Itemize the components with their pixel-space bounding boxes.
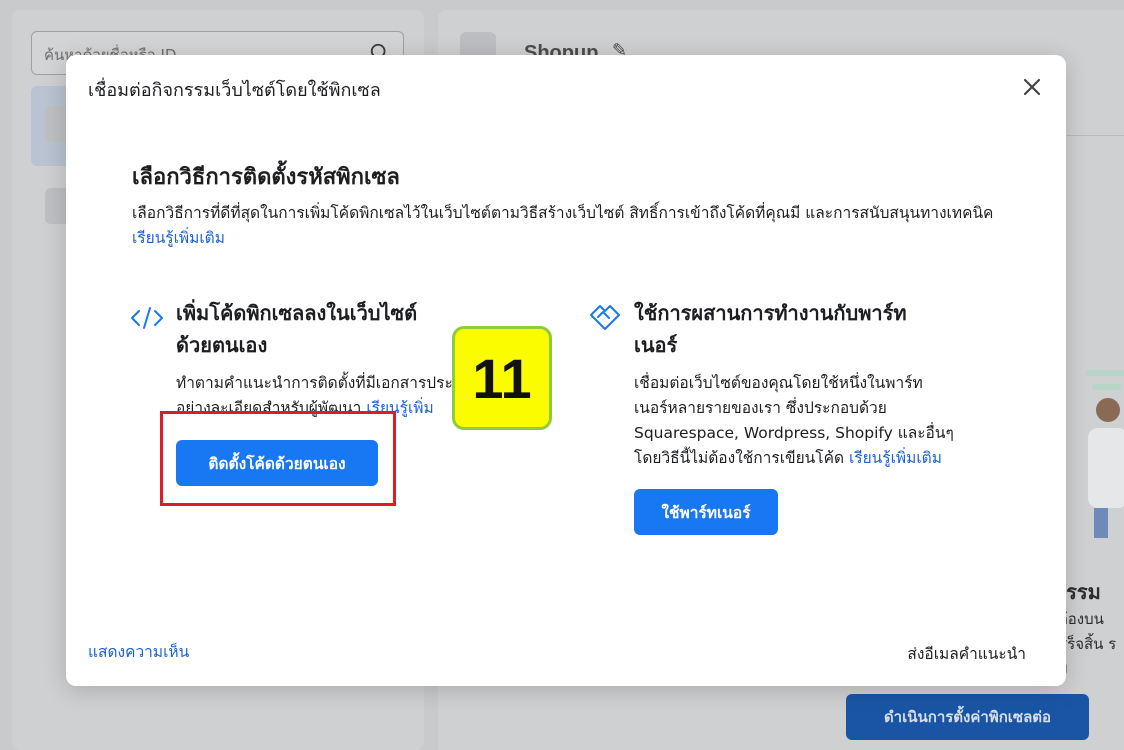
continue-pixel-setup-button[interactable]: ดำเนินการตั้งค่าพิกเซลต่อ [846,694,1089,740]
dialog-title: เชื่อมต่อกิจกรรมเว็บไซต์โดยใช้พิกเซล [88,80,381,101]
manual-option-title: เพิ่มโค้ดพิกเซลลงในเว็บไซต์ ด้วยตนเอง [176,297,417,361]
highlight-box [160,411,396,506]
step-number-badge: 11 [452,326,552,430]
code-icon [131,307,163,329]
manual-desc-line: ทำตามคำแนะนำการติดตั้งที่มีเอกสารประ [176,374,453,392]
partner-option-title: ใช้การผสานการทำงานกับพาร์ท เนอร์ [634,297,907,361]
manual-title-line: ด้วยตนเอง [176,333,268,357]
partner-desc-line: เนอร์หลายรายของเรา ซึ่งประกอบด้วย [634,399,887,417]
partner-desc-line: Squarespace, Wordpress, Shopify และอื่นๆ [634,424,954,442]
partner-title-line: เนอร์ [634,333,678,357]
feedback-link[interactable]: แสดงความเห็น [88,639,189,664]
pixel-setup-dialog: เชื่อมต่อกิจกรรมเว็บไซต์โดยใช้พิกเซล เลื… [66,55,1066,686]
email-instructions-link[interactable]: ส่งอีเมลคำแนะนำ [907,641,1026,666]
partner-title-line: ใช้การผสานการทำงานกับพาร์ท [634,301,907,325]
dialog-description: เลือกวิธีการที่ดีที่สุดในการเพิ่มโค้ดพิก… [132,201,1012,251]
description-text: เลือกวิธีการที่ดีที่สุดในการเพิ่มโค้ดพิก… [132,204,994,222]
illustration [1086,370,1124,538]
partner-option-description: เชื่อมต่อเว็บไซต์ของคุณโดยใช้หนึ่งในพาร์… [634,371,1014,471]
learn-more-link[interactable]: เรียนรู้เพิ่มเติม [132,229,225,247]
handshake-icon [590,305,620,330]
partner-desc-line: โดยวิธีนี้ไม่ต้องใช้การเขียนโค้ด [634,449,845,467]
use-partner-button[interactable]: ใช้พาร์ทเนอร์ [634,489,778,535]
partner-desc-line: เชื่อมต่อเว็บไซต์ของคุณโดยใช้หนึ่งในพาร์… [634,374,923,392]
close-icon[interactable] [1020,75,1044,99]
manual-title-line: เพิ่มโค้ดพิกเซลลงในเว็บไซต์ [176,301,418,325]
partner-learn-more-link[interactable]: เรียนรู้เพิ่มเติม [849,449,942,467]
side-text-line: สร็จสิ้น ร [1058,635,1117,653]
dialog-heading: เลือกวิธีการติดตั้งรหัสพิกเซล [132,165,400,190]
